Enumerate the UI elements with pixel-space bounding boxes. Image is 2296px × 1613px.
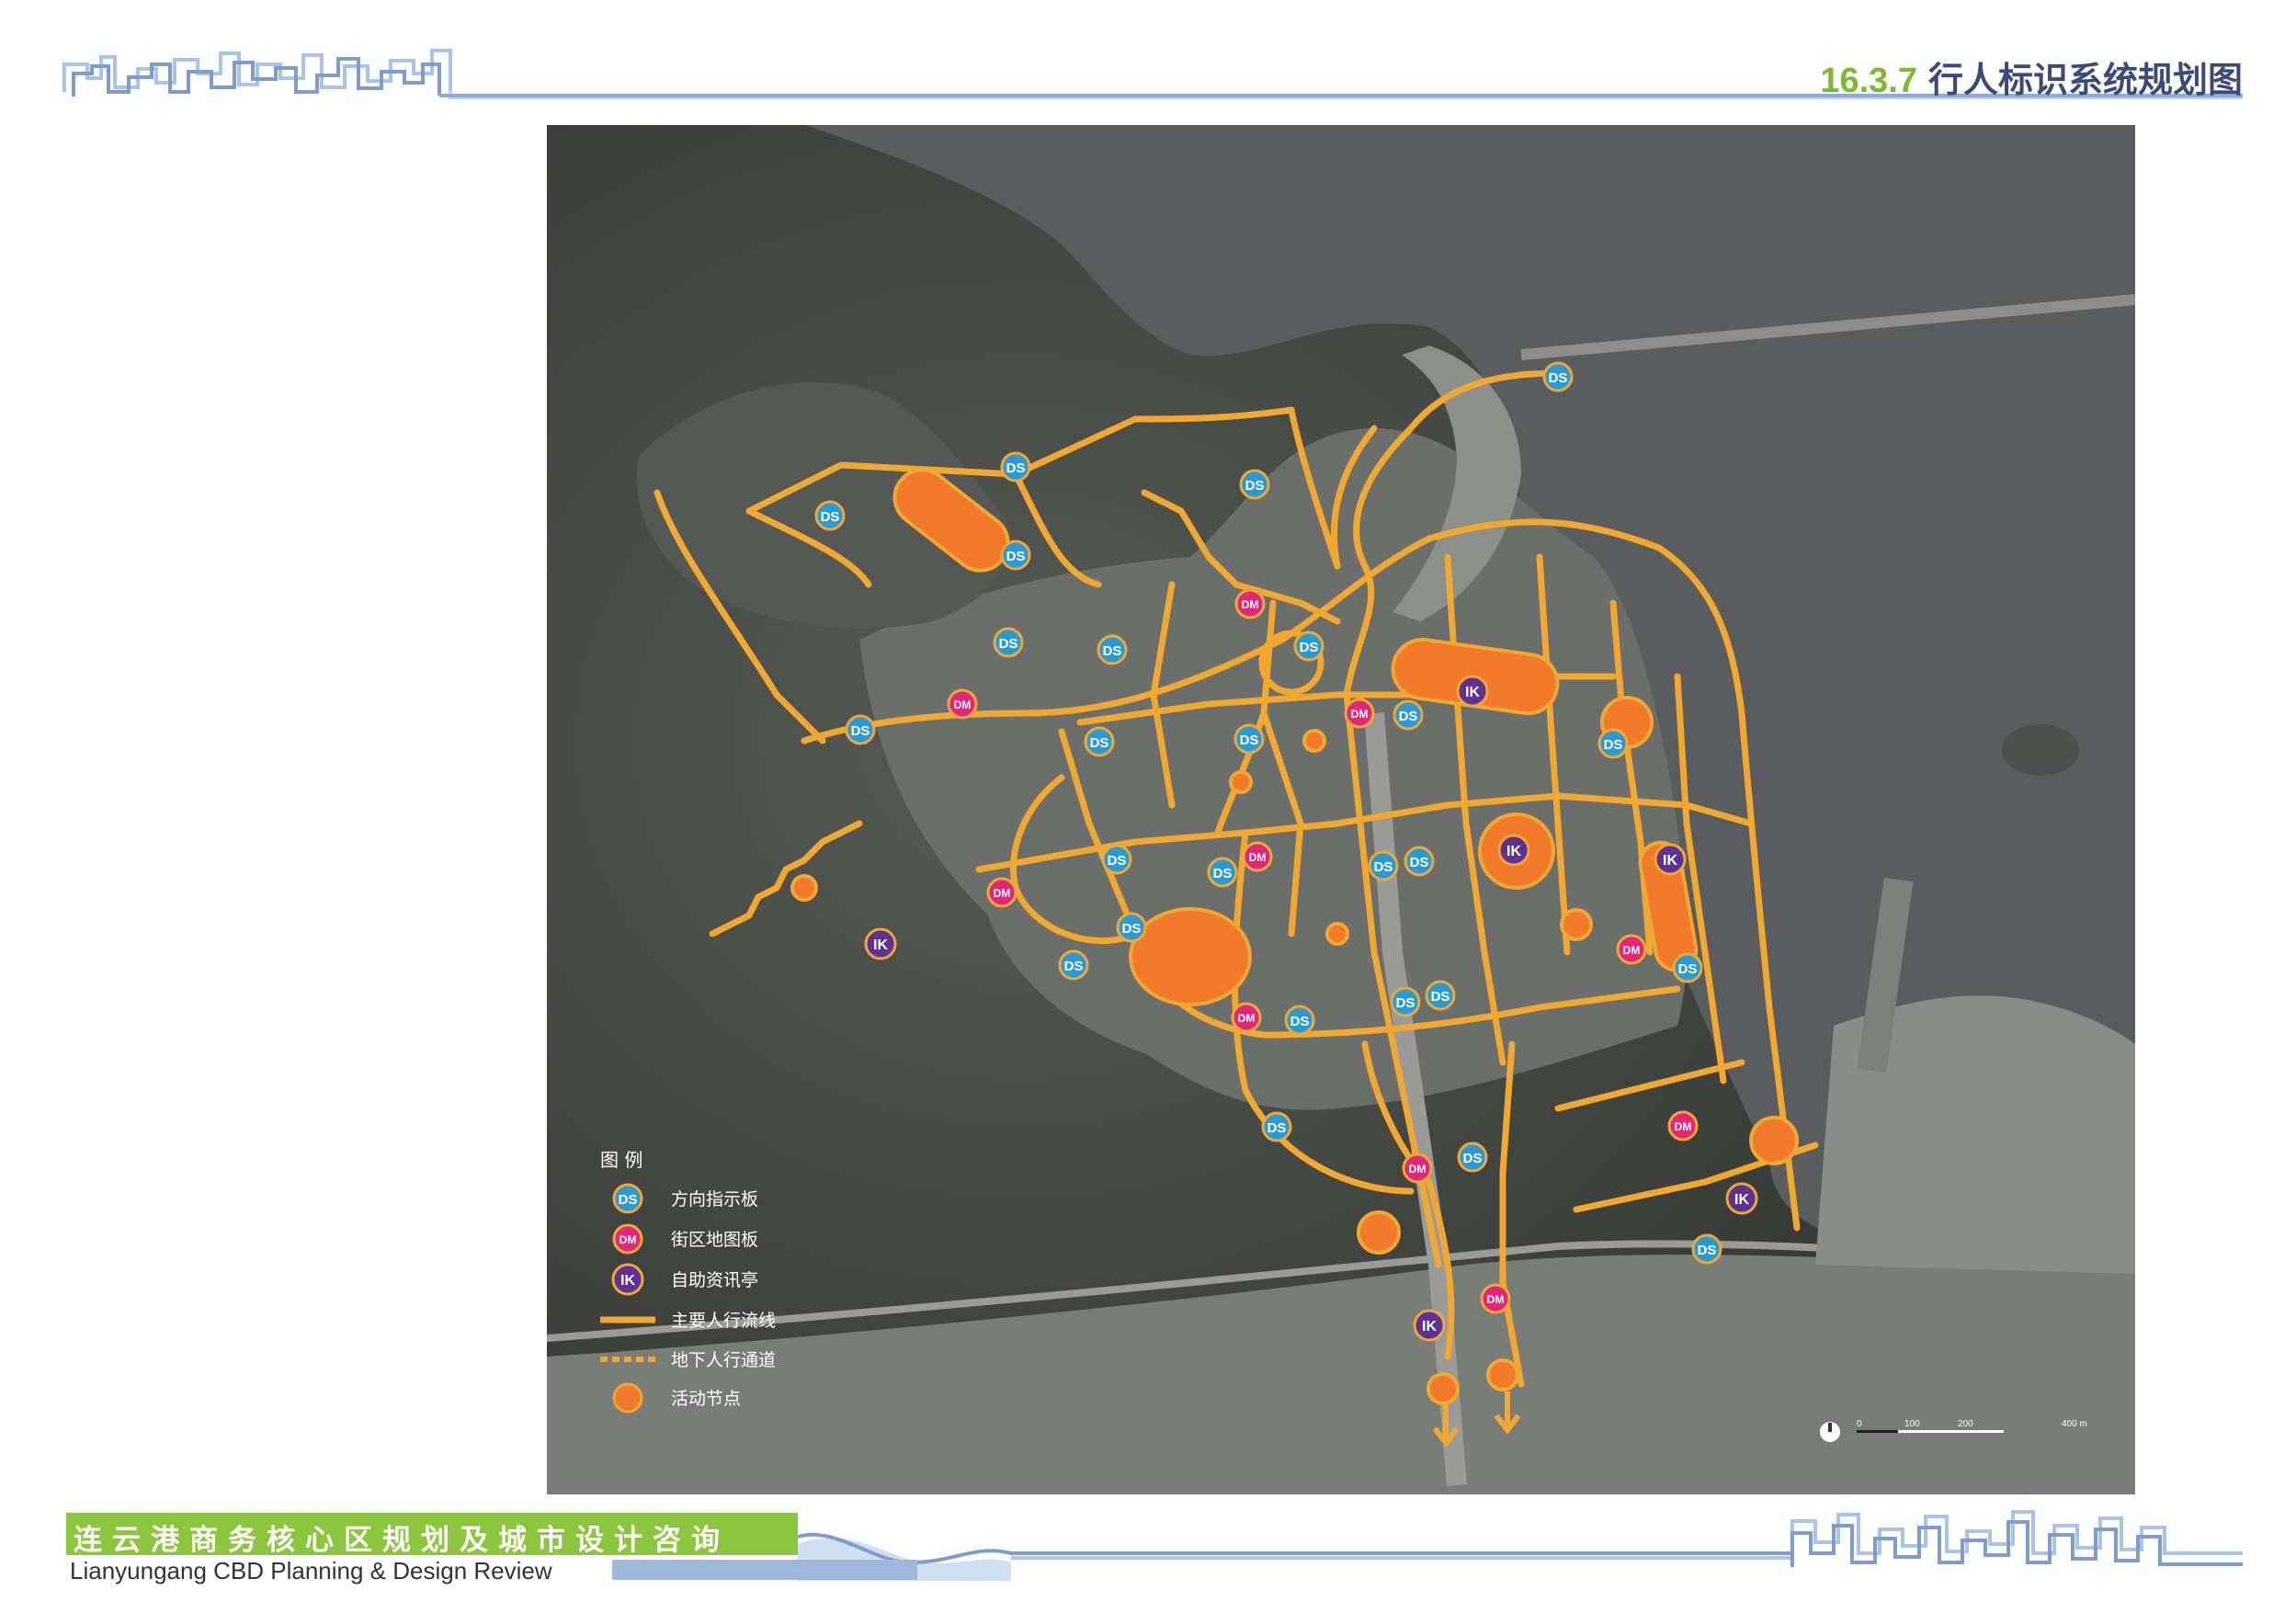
legend-underground-route-label: 地下人行通道 xyxy=(671,1350,776,1370)
scale-label-400: 400 m xyxy=(2062,1419,2087,1429)
scale-label-100: 100 xyxy=(1904,1419,1920,1429)
legend-dm-symbol xyxy=(612,1223,643,1255)
island xyxy=(2002,724,2079,776)
dm-marker xyxy=(986,877,1017,908)
activity-node xyxy=(1325,922,1349,946)
dm-marker xyxy=(1402,1153,1433,1184)
ik-marker xyxy=(1413,1309,1446,1342)
ds-marker xyxy=(1368,850,1399,881)
footer-title-cn: 连云港商务核心区规划及城市设计咨询 xyxy=(74,1524,730,1557)
ds-marker xyxy=(1672,952,1703,983)
activity-node xyxy=(1357,1210,1401,1255)
activity-node xyxy=(1229,770,1253,794)
activity-node xyxy=(1129,907,1252,1006)
ik-marker xyxy=(1456,675,1489,708)
ds-marker xyxy=(1691,1233,1722,1265)
legend-ik-symbol xyxy=(611,1263,644,1296)
ds-marker xyxy=(1392,699,1424,731)
section-number: 16.3.7 xyxy=(1820,62,1917,100)
activity-node xyxy=(1486,1358,1519,1391)
ds-marker xyxy=(1284,1005,1315,1036)
footer-title-en: Lianyungang CBD Planning & Design Review xyxy=(70,1557,552,1585)
ds-marker xyxy=(1084,726,1115,757)
dm-marker xyxy=(1616,934,1647,965)
ds-marker xyxy=(1425,980,1456,1011)
activity-node xyxy=(1560,908,1593,941)
legend-ik-label: 自助资讯亭 xyxy=(671,1270,758,1290)
dm-marker xyxy=(947,688,978,720)
ds-marker xyxy=(1261,1111,1292,1142)
ds-marker xyxy=(1390,986,1421,1017)
ik-marker xyxy=(1497,834,1530,867)
ik-marker xyxy=(1725,1182,1758,1215)
ds-marker xyxy=(1097,634,1128,665)
ds-marker xyxy=(1293,630,1324,662)
dm-marker xyxy=(1344,698,1375,729)
ds-marker xyxy=(1000,451,1031,483)
dm-marker xyxy=(1242,841,1273,872)
ik-marker xyxy=(1654,843,1687,876)
ds-marker xyxy=(1457,1142,1488,1173)
legend-activity-node-label: 活动节点 xyxy=(671,1389,741,1409)
activity-node xyxy=(790,874,818,902)
ds-marker xyxy=(814,500,846,531)
ds-marker xyxy=(1000,540,1031,571)
dm-marker xyxy=(1667,1110,1699,1142)
ds-marker xyxy=(1239,469,1270,500)
ds-marker xyxy=(845,714,876,745)
legend-ds-symbol xyxy=(612,1183,643,1214)
ds-marker xyxy=(1542,361,1574,392)
ds-marker xyxy=(1404,846,1435,877)
ds-marker xyxy=(993,627,1024,658)
ds-marker xyxy=(1233,723,1265,755)
activity-node xyxy=(1749,1116,1799,1165)
ds-marker xyxy=(1058,949,1089,981)
legend-heading: 图 例 xyxy=(600,1149,642,1171)
activity-node xyxy=(1302,729,1326,753)
ds-marker xyxy=(1101,844,1132,875)
dm-marker xyxy=(1480,1283,1511,1314)
legend-ds-label: 方向指示板 xyxy=(671,1189,758,1210)
section-title: 行人标识系统规划图 xyxy=(1927,60,2243,100)
footer-accent-bar xyxy=(612,1560,917,1580)
dm-marker xyxy=(1231,1002,1262,1033)
page-title: 16.3.7 行人标识系统规划图 xyxy=(1820,51,2243,102)
ds-marker xyxy=(1207,857,1238,888)
ik-marker xyxy=(864,927,897,960)
scale-label-200: 200 xyxy=(1958,1419,1973,1429)
ds-marker xyxy=(1116,912,1147,943)
dm-marker xyxy=(1234,588,1266,619)
legend-activity-node-symbol xyxy=(612,1382,643,1414)
scale-label-0: 0 xyxy=(1857,1419,1862,1429)
pedestrian-signage-map: DS DM IK xyxy=(547,125,2135,1494)
ds-marker xyxy=(1597,728,1629,759)
activity-node xyxy=(1426,1372,1460,1405)
legend-main-route-label: 主要人行流线 xyxy=(671,1311,776,1331)
legend-dm-label: 街区地图板 xyxy=(671,1230,758,1250)
